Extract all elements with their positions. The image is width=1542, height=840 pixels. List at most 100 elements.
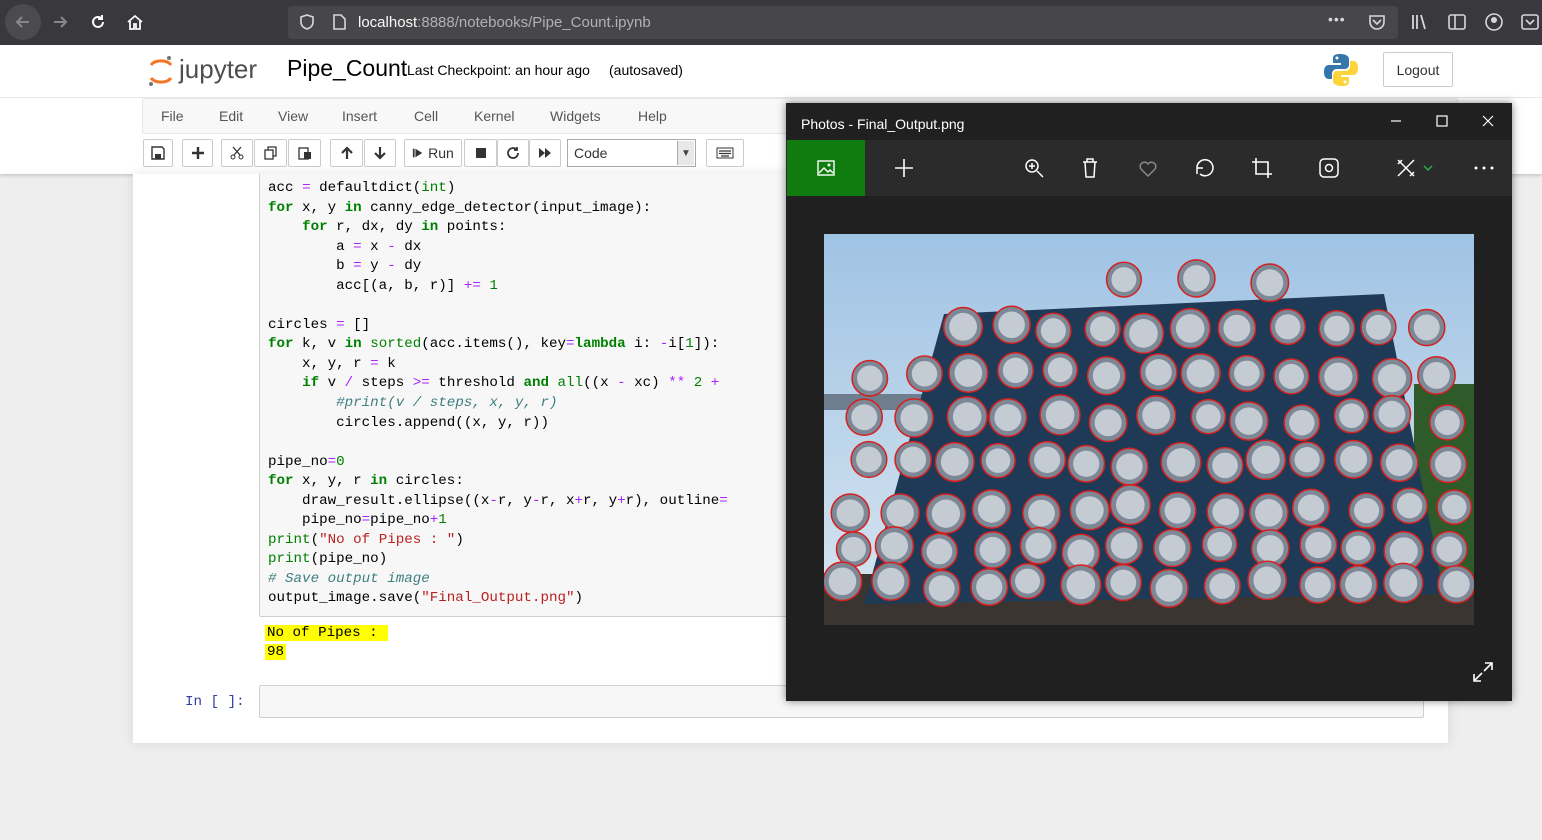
extension-icon[interactable] bbox=[1520, 12, 1540, 32]
logout-button[interactable]: Logout bbox=[1383, 52, 1453, 87]
more-options-icon[interactable] bbox=[1472, 156, 1496, 180]
restart-run-all-button[interactable] bbox=[529, 139, 561, 167]
pipe-bore bbox=[1089, 316, 1116, 342]
shield-icon[interactable] bbox=[298, 13, 316, 31]
enhance-icon[interactable] bbox=[1317, 156, 1341, 180]
zoom-in-icon[interactable] bbox=[1022, 156, 1046, 180]
menu-widgets[interactable]: Widgets bbox=[550, 108, 601, 124]
sidebar-icon[interactable] bbox=[1447, 12, 1467, 32]
notebook-name[interactable]: Pipe_Count bbox=[287, 55, 407, 82]
stop-icon bbox=[475, 148, 486, 158]
cell-output: No of Pipes : 98 bbox=[265, 624, 389, 662]
pipe-bore bbox=[1396, 493, 1423, 519]
pipe-bore bbox=[1196, 404, 1221, 429]
url-text: localhost:8888/notebooks/Pipe_Count.ipyn… bbox=[358, 14, 651, 31]
back-button[interactable] bbox=[5, 4, 41, 40]
pipe-bore bbox=[836, 499, 864, 527]
pipe-bore bbox=[1047, 357, 1073, 383]
pocket-icon[interactable] bbox=[1368, 13, 1386, 31]
collection-button[interactable] bbox=[787, 140, 865, 196]
paste-button[interactable] bbox=[288, 139, 321, 167]
pipe-bore bbox=[1324, 315, 1350, 342]
close-icon[interactable] bbox=[1478, 111, 1498, 131]
cut-button[interactable] bbox=[221, 139, 253, 167]
menu-kernel[interactable]: Kernel bbox=[474, 108, 514, 124]
rotate-icon[interactable] bbox=[1193, 156, 1217, 180]
home-button[interactable] bbox=[117, 4, 153, 40]
pipe-bore bbox=[1443, 570, 1470, 598]
pipe-bore bbox=[857, 365, 883, 392]
pipe-bore bbox=[1289, 409, 1315, 436]
account-icon[interactable] bbox=[1484, 12, 1504, 32]
run-button[interactable]: Run bbox=[404, 139, 462, 167]
move-up-button[interactable] bbox=[330, 139, 363, 167]
save-icon bbox=[151, 146, 165, 160]
pipe-bore bbox=[1092, 362, 1121, 390]
delete-icon[interactable] bbox=[1078, 156, 1102, 180]
pipe-bore bbox=[1253, 566, 1281, 595]
menu-file[interactable]: File bbox=[161, 108, 184, 124]
pipe-bore bbox=[1294, 447, 1320, 473]
url-bar[interactable]: localhost:8888/notebooks/Pipe_Count.ipyn… bbox=[288, 6, 1398, 39]
pipe-bore bbox=[1158, 534, 1186, 562]
menu-view[interactable]: View bbox=[278, 108, 308, 124]
pipe-bore bbox=[1441, 494, 1467, 520]
pipe-bore bbox=[1365, 314, 1392, 340]
run-label: Run bbox=[428, 145, 454, 161]
pipe-bore bbox=[841, 536, 866, 562]
page-info-icon[interactable] bbox=[330, 13, 348, 31]
pipe-bore bbox=[1116, 453, 1143, 480]
maximize-icon[interactable] bbox=[1432, 111, 1452, 131]
pipe-bore bbox=[1297, 494, 1325, 521]
add-icon[interactable] bbox=[892, 156, 916, 180]
keyboard-icon bbox=[716, 147, 734, 159]
interrupt-button[interactable] bbox=[464, 139, 497, 167]
reload-button[interactable] bbox=[80, 4, 116, 40]
pipe-bore bbox=[1413, 314, 1440, 341]
pipe-bore bbox=[1304, 572, 1331, 599]
edit-create-icon[interactable] bbox=[1394, 156, 1418, 180]
pipe-bore bbox=[911, 360, 938, 387]
chevron-down-icon[interactable] bbox=[1422, 156, 1434, 180]
home-icon bbox=[127, 14, 143, 30]
menu-help[interactable]: Help bbox=[638, 108, 667, 124]
menu-insert[interactable]: Insert bbox=[342, 108, 377, 124]
command-palette-button[interactable] bbox=[706, 139, 744, 167]
arrow-down-icon bbox=[374, 147, 386, 160]
crop-icon[interactable] bbox=[1250, 156, 1274, 180]
heart-icon[interactable] bbox=[1136, 156, 1160, 180]
copy-icon bbox=[263, 146, 277, 160]
pipe-bore bbox=[1345, 571, 1372, 599]
pipe-bore bbox=[976, 573, 1003, 601]
code-editor[interactable]: acc = defaultdict(int) for x, y in canny… bbox=[268, 179, 728, 609]
pipe-bore bbox=[1028, 499, 1055, 527]
pipe-bore bbox=[1354, 498, 1380, 524]
pipe-bore bbox=[1034, 446, 1061, 473]
menu-cell[interactable]: Cell bbox=[414, 108, 438, 124]
forward-button[interactable] bbox=[42, 4, 78, 40]
pipe-bore bbox=[1183, 265, 1210, 292]
browser-toolbar: localhost:8888/notebooks/Pipe_Count.ipyn… bbox=[0, 0, 1542, 45]
restart-button[interactable] bbox=[497, 139, 529, 167]
pipe-bore bbox=[1115, 490, 1145, 520]
save-button[interactable] bbox=[143, 139, 173, 167]
library-icon[interactable] bbox=[1410, 12, 1430, 32]
cell-type-select[interactable]: Code ▼ bbox=[567, 139, 696, 167]
arrow-up-icon bbox=[340, 146, 353, 159]
pipe-bore bbox=[931, 499, 961, 528]
pipe-bore bbox=[1073, 450, 1100, 477]
jupyter-logo[interactable]: jupyter bbox=[147, 53, 272, 89]
pipe-bore bbox=[1305, 531, 1332, 559]
pipe-bore bbox=[1324, 362, 1353, 391]
pipe-bore bbox=[1234, 360, 1260, 387]
pipe-bore bbox=[1002, 357, 1029, 384]
pipe-bore bbox=[1275, 314, 1301, 340]
pipe-bore bbox=[952, 402, 982, 431]
move-down-button[interactable] bbox=[364, 139, 396, 167]
insert-cell-button[interactable] bbox=[182, 139, 213, 167]
page-actions-icon[interactable]: ••• bbox=[1328, 11, 1346, 27]
copy-button[interactable] bbox=[254, 139, 287, 167]
minimize-icon[interactable] bbox=[1386, 111, 1406, 131]
fullscreen-icon[interactable] bbox=[1472, 661, 1494, 683]
menu-edit[interactable]: Edit bbox=[219, 108, 243, 124]
